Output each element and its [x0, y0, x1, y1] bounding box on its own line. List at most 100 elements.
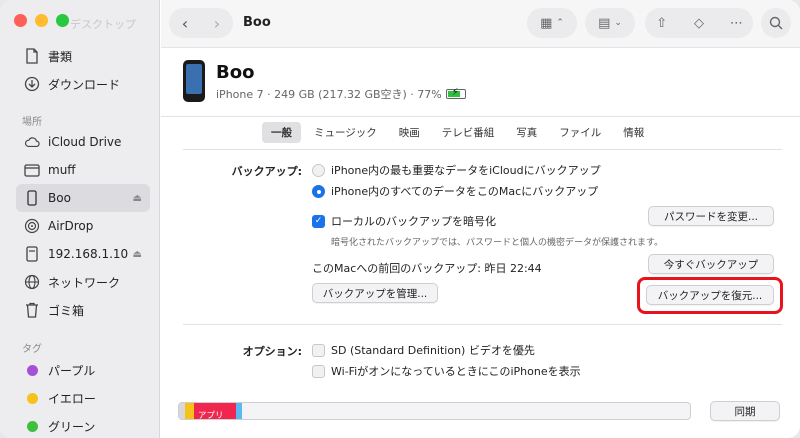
- sidebar-item-label: グリーン: [48, 419, 96, 434]
- search-button[interactable]: [761, 8, 791, 38]
- more-icon[interactable]: ⋯: [720, 16, 753, 31]
- divider: [161, 116, 800, 117]
- tab-info[interactable]: 情報: [614, 122, 653, 143]
- tag-icon[interactable]: ◇: [682, 16, 715, 31]
- sidebar-tag-purple[interactable]: パープル: [16, 356, 150, 384]
- backup-option-mac[interactable]: iPhone内のすべてのデータをこのMacにバックアップ: [312, 183, 598, 199]
- sidebar-item-icloud[interactable]: iCloud Drive: [16, 128, 150, 156]
- sidebar-item-documents[interactable]: 書類: [16, 42, 150, 70]
- cloud-icon: [24, 134, 40, 150]
- trash-icon: [24, 302, 40, 318]
- device-info-text: iPhone 7 · 249 GB (217.32 GB空き) · 77%: [216, 88, 442, 101]
- sidebar-item-label: ゴミ箱: [48, 303, 85, 318]
- tab-bar: 一般 ミュージック 映画 テレビ番組 写真 ファイル 情報: [262, 122, 653, 143]
- sidebar-tag-green[interactable]: グリーン: [16, 412, 150, 438]
- sync-button[interactable]: 同期: [710, 401, 780, 421]
- backup-now-button[interactable]: 今すぐバックアップ: [648, 254, 774, 274]
- device-name: Boo: [216, 62, 255, 83]
- sidebar-item-label: ネットワーク: [48, 275, 121, 290]
- option-label: iPhone内の最も重要なデータをiCloudにバックアップ: [331, 164, 601, 177]
- sidebar-tag-yellow[interactable]: イエロー: [16, 384, 150, 412]
- sidebar-item-boo[interactable]: Boo ⏏: [16, 184, 150, 212]
- option-label: Wi-FiがオンになっているときにこのiPhoneを表示: [331, 365, 581, 378]
- encrypt-checkbox[interactable]: ✓: [312, 214, 325, 228]
- options-label: オプション:: [242, 345, 302, 358]
- radio-icloud[interactable]: [312, 163, 325, 177]
- group-button[interactable]: ▤ ⌄: [585, 8, 635, 38]
- backup-option-icloud[interactable]: iPhone内の最も重要なデータをiCloudにバックアップ: [312, 162, 601, 178]
- storage-apps-label: アプリ: [198, 411, 224, 420]
- close-button[interactable]: [14, 14, 27, 27]
- sidebar-item-label: iCloud Drive: [48, 135, 122, 149]
- sidebar-item-label: パープル: [48, 363, 96, 378]
- backup-label: バックアップ:: [231, 165, 302, 178]
- sidebar-item-trash[interactable]: ゴミ箱: [16, 296, 150, 324]
- sidebar-item-label: Boo: [48, 191, 71, 205]
- forward-icon[interactable]: ›: [214, 14, 220, 33]
- sd-video-row[interactable]: SD (Standard Definition) ビデオを優先: [312, 342, 535, 358]
- folder-icon: [24, 162, 40, 178]
- tab-tv[interactable]: テレビ番組: [433, 122, 504, 143]
- zoom-button[interactable]: [56, 14, 69, 27]
- traffic-lights: [14, 14, 69, 27]
- encrypt-note: 暗号化されたバックアップでは、パスワードと個人の機密データが保護されます。: [331, 238, 664, 248]
- action-buttons: ⇧ ◇ ⋯: [645, 8, 753, 38]
- tab-general[interactable]: 一般: [262, 122, 301, 143]
- sidebar-item-muff[interactable]: muff: [16, 156, 150, 184]
- sidebar-item-server[interactable]: 192.168.1.10 ⏏: [16, 240, 150, 268]
- download-icon: [24, 76, 40, 92]
- last-backup-label: このMacへの前回のバックアップ: 昨日 22:44: [312, 262, 542, 275]
- eject-icon[interactable]: ⏏: [133, 249, 142, 260]
- change-password-button[interactable]: パスワードを変更...: [648, 206, 774, 226]
- divider: [183, 324, 782, 325]
- share-icon[interactable]: ⇧: [645, 16, 678, 31]
- airdrop-icon: [24, 218, 40, 234]
- finder-window: デスクトップ 書類 ダウンロード 場所 iCloud Drive muff Bo…: [0, 0, 800, 438]
- sidebar: デスクトップ 書類 ダウンロード 場所 iCloud Drive muff Bo…: [0, 0, 160, 438]
- wifi-show-row[interactable]: Wi-FiがオンになっているときにこのiPhoneを表示: [312, 363, 581, 379]
- minimize-button[interactable]: [35, 14, 48, 27]
- tab-files[interactable]: ファイル: [550, 122, 610, 143]
- iphone-icon: [24, 190, 40, 206]
- sidebar-item-network[interactable]: ネットワーク: [16, 268, 150, 296]
- group-icon: ▤: [598, 15, 611, 31]
- network-icon: [24, 274, 40, 290]
- sidebar-item-label: muff: [48, 163, 76, 177]
- chevron-down-icon: ⌄: [614, 18, 622, 28]
- sd-video-checkbox[interactable]: [312, 343, 325, 357]
- tab-photos[interactable]: 写真: [507, 122, 546, 143]
- sidebar-item-label: 192.168.1.10: [48, 247, 129, 261]
- sidebar-item-desktop[interactable]: デスクトップ: [70, 16, 136, 32]
- sidebar-item-label: イエロー: [48, 391, 96, 406]
- wifi-show-checkbox[interactable]: [312, 364, 325, 378]
- option-label: SD (Standard Definition) ビデオを優先: [331, 344, 535, 357]
- manage-backups-button[interactable]: バックアップを管理...: [312, 283, 438, 303]
- tag-dot-icon: [26, 420, 38, 432]
- window-title: Boo: [243, 15, 271, 30]
- document-icon: [24, 48, 40, 64]
- sidebar-heading-locations: 場所: [22, 117, 42, 128]
- sidebar-item-label: AirDrop: [48, 219, 94, 233]
- tab-music[interactable]: ミュージック: [305, 122, 386, 143]
- sidebar-heading-tags: タグ: [22, 344, 42, 355]
- sidebar-item-label: ダウンロード: [48, 77, 121, 92]
- option-label: iPhone内のすべてのデータをこのMacにバックアップ: [331, 185, 599, 198]
- option-label: ローカルのバックアップを暗号化: [331, 215, 496, 228]
- device-info: iPhone 7 · 249 GB (217.32 GB空き) · 77% ⚡: [216, 86, 466, 102]
- eject-icon[interactable]: ⏏: [133, 193, 142, 204]
- battery-icon: ⚡: [445, 87, 466, 99]
- radio-mac[interactable]: [312, 184, 325, 198]
- server-icon: [24, 246, 40, 262]
- storage-segment-apps: アプリ: [194, 403, 236, 419]
- storage-segment-blue: [236, 403, 242, 419]
- encrypt-checkbox-row[interactable]: ✓ ローカルのバックアップを暗号化: [312, 213, 496, 229]
- divider: [183, 149, 782, 150]
- search-icon: [769, 16, 783, 30]
- back-icon[interactable]: ‹: [182, 14, 188, 33]
- sidebar-item-airdrop[interactable]: AirDrop: [16, 212, 150, 240]
- tab-movies[interactable]: 映画: [390, 122, 429, 143]
- storage-bar: アプリ: [178, 402, 691, 420]
- sidebar-item-downloads[interactable]: ダウンロード: [16, 70, 150, 98]
- view-mode-button[interactable]: ▦ ⌃: [527, 8, 577, 38]
- tag-dot-icon: [26, 364, 38, 376]
